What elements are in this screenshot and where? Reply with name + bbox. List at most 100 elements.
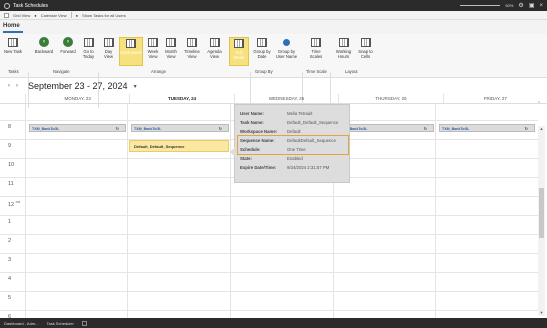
recurring-icon: ↻ [524, 126, 528, 131]
zoom-level: 50% [505, 3, 514, 8]
grid-icon [360, 37, 371, 47]
calendar-icon [103, 37, 114, 47]
maximize-icon[interactable]: ▣ [529, 2, 535, 9]
window-icon[interactable] [81, 320, 87, 326]
tooltip-arrow [230, 147, 235, 157]
week-view-button[interactable]: Week View [145, 37, 161, 66]
backward-button[interactable]: ‹ Backward [32, 37, 56, 66]
day-header: THURSDAY, 26 [338, 94, 442, 103]
hour-row[interactable]: 1 [0, 215, 538, 234]
snap-to-cells-button[interactable]: Snap to Cells [356, 37, 375, 66]
zoom-slider[interactable] [460, 5, 501, 6]
taskbar: Dashboard - Adm... Task Scheduler [0, 318, 547, 328]
event-item[interactable]: TXM_BankToGL↻ [439, 124, 535, 132]
hour-label: 3 [8, 257, 12, 263]
group-by-user-button[interactable]: Group by User Name [273, 37, 300, 66]
highlight-box [237, 135, 349, 155]
calendar-icon [83, 37, 94, 47]
goto-today-button[interactable]: Go to Today [80, 37, 97, 66]
hour-row[interactable]: 2 [0, 234, 538, 253]
hour-row[interactable]: 3 [0, 253, 538, 272]
scroll-up-icon[interactable]: ▲ [538, 126, 545, 132]
recurring-icon: ↻ [423, 126, 427, 131]
forward-button[interactable]: › Forward [57, 37, 79, 66]
group-label-group-by: Group By [255, 69, 273, 74]
divider [70, 12, 72, 18]
recurring-icon: ↻ [218, 126, 222, 131]
ribbon-tabs: Home [0, 20, 547, 34]
group-label-navigate: Navigate [53, 69, 70, 74]
options-bar: Grid View ● Calendar View ● Show Tasks f… [0, 11, 547, 20]
day-view-button[interactable]: Day View [100, 37, 117, 66]
tab-underline [3, 31, 23, 33]
calendar-icon [166, 37, 176, 47]
selected-event[interactable]: Default_Default_Sequence [129, 140, 229, 152]
hour-row[interactable]: 4 [0, 272, 538, 291]
day-header: MONDAY, 23 [25, 94, 129, 103]
new-task-button[interactable]: New Task [3, 37, 23, 66]
clock-icon [4, 2, 10, 9]
clock-icon [311, 37, 321, 47]
grid-view-radio[interactable] [4, 12, 9, 18]
taskbar-item[interactable]: Dashboard - Adm... [4, 321, 38, 326]
timeline-view-button[interactable]: Timeline View [181, 37, 203, 66]
day-header: WEDNESDAY, 25 [233, 94, 338, 103]
next-arrow-icon[interactable]: › [16, 83, 18, 89]
grid-view-label: Grid View [13, 12, 31, 18]
calendar-icon [234, 38, 244, 48]
arrow-left-icon: ‹ [39, 37, 49, 47]
day-header: FRIDAY, 27 [442, 94, 547, 103]
event-item[interactable]: TXM_BankToGL↻ [29, 124, 126, 132]
arrow-right-icon: › [63, 37, 73, 47]
day-header: TUESDAY, 24 [129, 94, 233, 103]
group-by-date-button[interactable]: Group by Date [252, 37, 272, 66]
show-all-label: Show Tasks for all Users [82, 12, 126, 18]
group-label-time-scale: Time Scale [306, 69, 327, 74]
settings-icon[interactable]: ⚙ [518, 2, 523, 9]
chevron-down-icon[interactable]: ▾ [134, 83, 137, 90]
group-label-tasks: Tasks [8, 69, 19, 74]
scroll-thumb[interactable] [539, 188, 544, 238]
close-icon[interactable]: × [539, 3, 543, 9]
time-scales-button[interactable]: Time Scales [306, 37, 326, 66]
event-item[interactable]: TXM_BankToGL↻ [337, 124, 434, 132]
event-tooltip: User Name: Melia Tetrault Task Name: Defau… [230, 104, 350, 183]
group-label-arrange: Arrange [151, 69, 166, 74]
hour-row[interactable]: 12 PM [0, 196, 538, 215]
prev-arrow-icon[interactable]: ‹ [8, 83, 10, 89]
calendar-view-radio[interactable]: ● [34, 13, 36, 18]
date-navigation: ‹ › September 23 - 27, 2024 ▾ [0, 78, 547, 94]
calendar-icon [148, 37, 158, 47]
hour-label: 4 [8, 276, 12, 282]
agenda-view-button[interactable]: Agenda View [205, 37, 224, 66]
hour-label: 9 [8, 143, 12, 149]
ribbon: New Task ‹ Backward › Forward Go to Toda… [0, 34, 547, 108]
hour-label: 1 [8, 219, 12, 225]
vertical-scrollbar[interactable]: ▲ ▼ [538, 126, 545, 316]
show-all-checkbox[interactable]: ● [76, 13, 78, 18]
scroll-down-icon[interactable]: ▼ [538, 310, 545, 316]
date-range-label[interactable]: September 23 - 27, 2024 [28, 81, 128, 91]
taskbar-item[interactable]: Task Scheduler [46, 321, 73, 326]
calendar-icon [126, 38, 136, 48]
agenda-icon [209, 37, 220, 47]
calendar-icon [257, 37, 267, 47]
timeline-icon [187, 37, 197, 47]
recurring-icon: ↻ [115, 126, 119, 131]
hour-row[interactable]: 5 [0, 291, 538, 310]
group-label-layout: Layout [345, 69, 358, 74]
calendar-view-label: Calendar View [40, 12, 67, 18]
title-bar: Task Schedules 50% ⚙ ▣ × [0, 0, 547, 11]
full-week-button[interactable]: Full Week [229, 37, 249, 66]
hour-label: 11 [8, 181, 14, 187]
hour-row[interactable]: 6 [0, 310, 538, 318]
event-item[interactable]: TXM_BankToGL↻ [131, 124, 229, 132]
hour-label: 12 PM [8, 200, 21, 208]
hour-label: 5 [8, 295, 12, 301]
window-title: Task Schedules [13, 2, 49, 9]
work-week-button[interactable]: Work Week [119, 37, 143, 66]
tab-home[interactable]: Home [3, 23, 20, 29]
calendar-icon [338, 37, 349, 47]
month-view-button[interactable]: Month View [162, 37, 180, 66]
working-hours-button[interactable]: Working Hours [333, 37, 354, 66]
